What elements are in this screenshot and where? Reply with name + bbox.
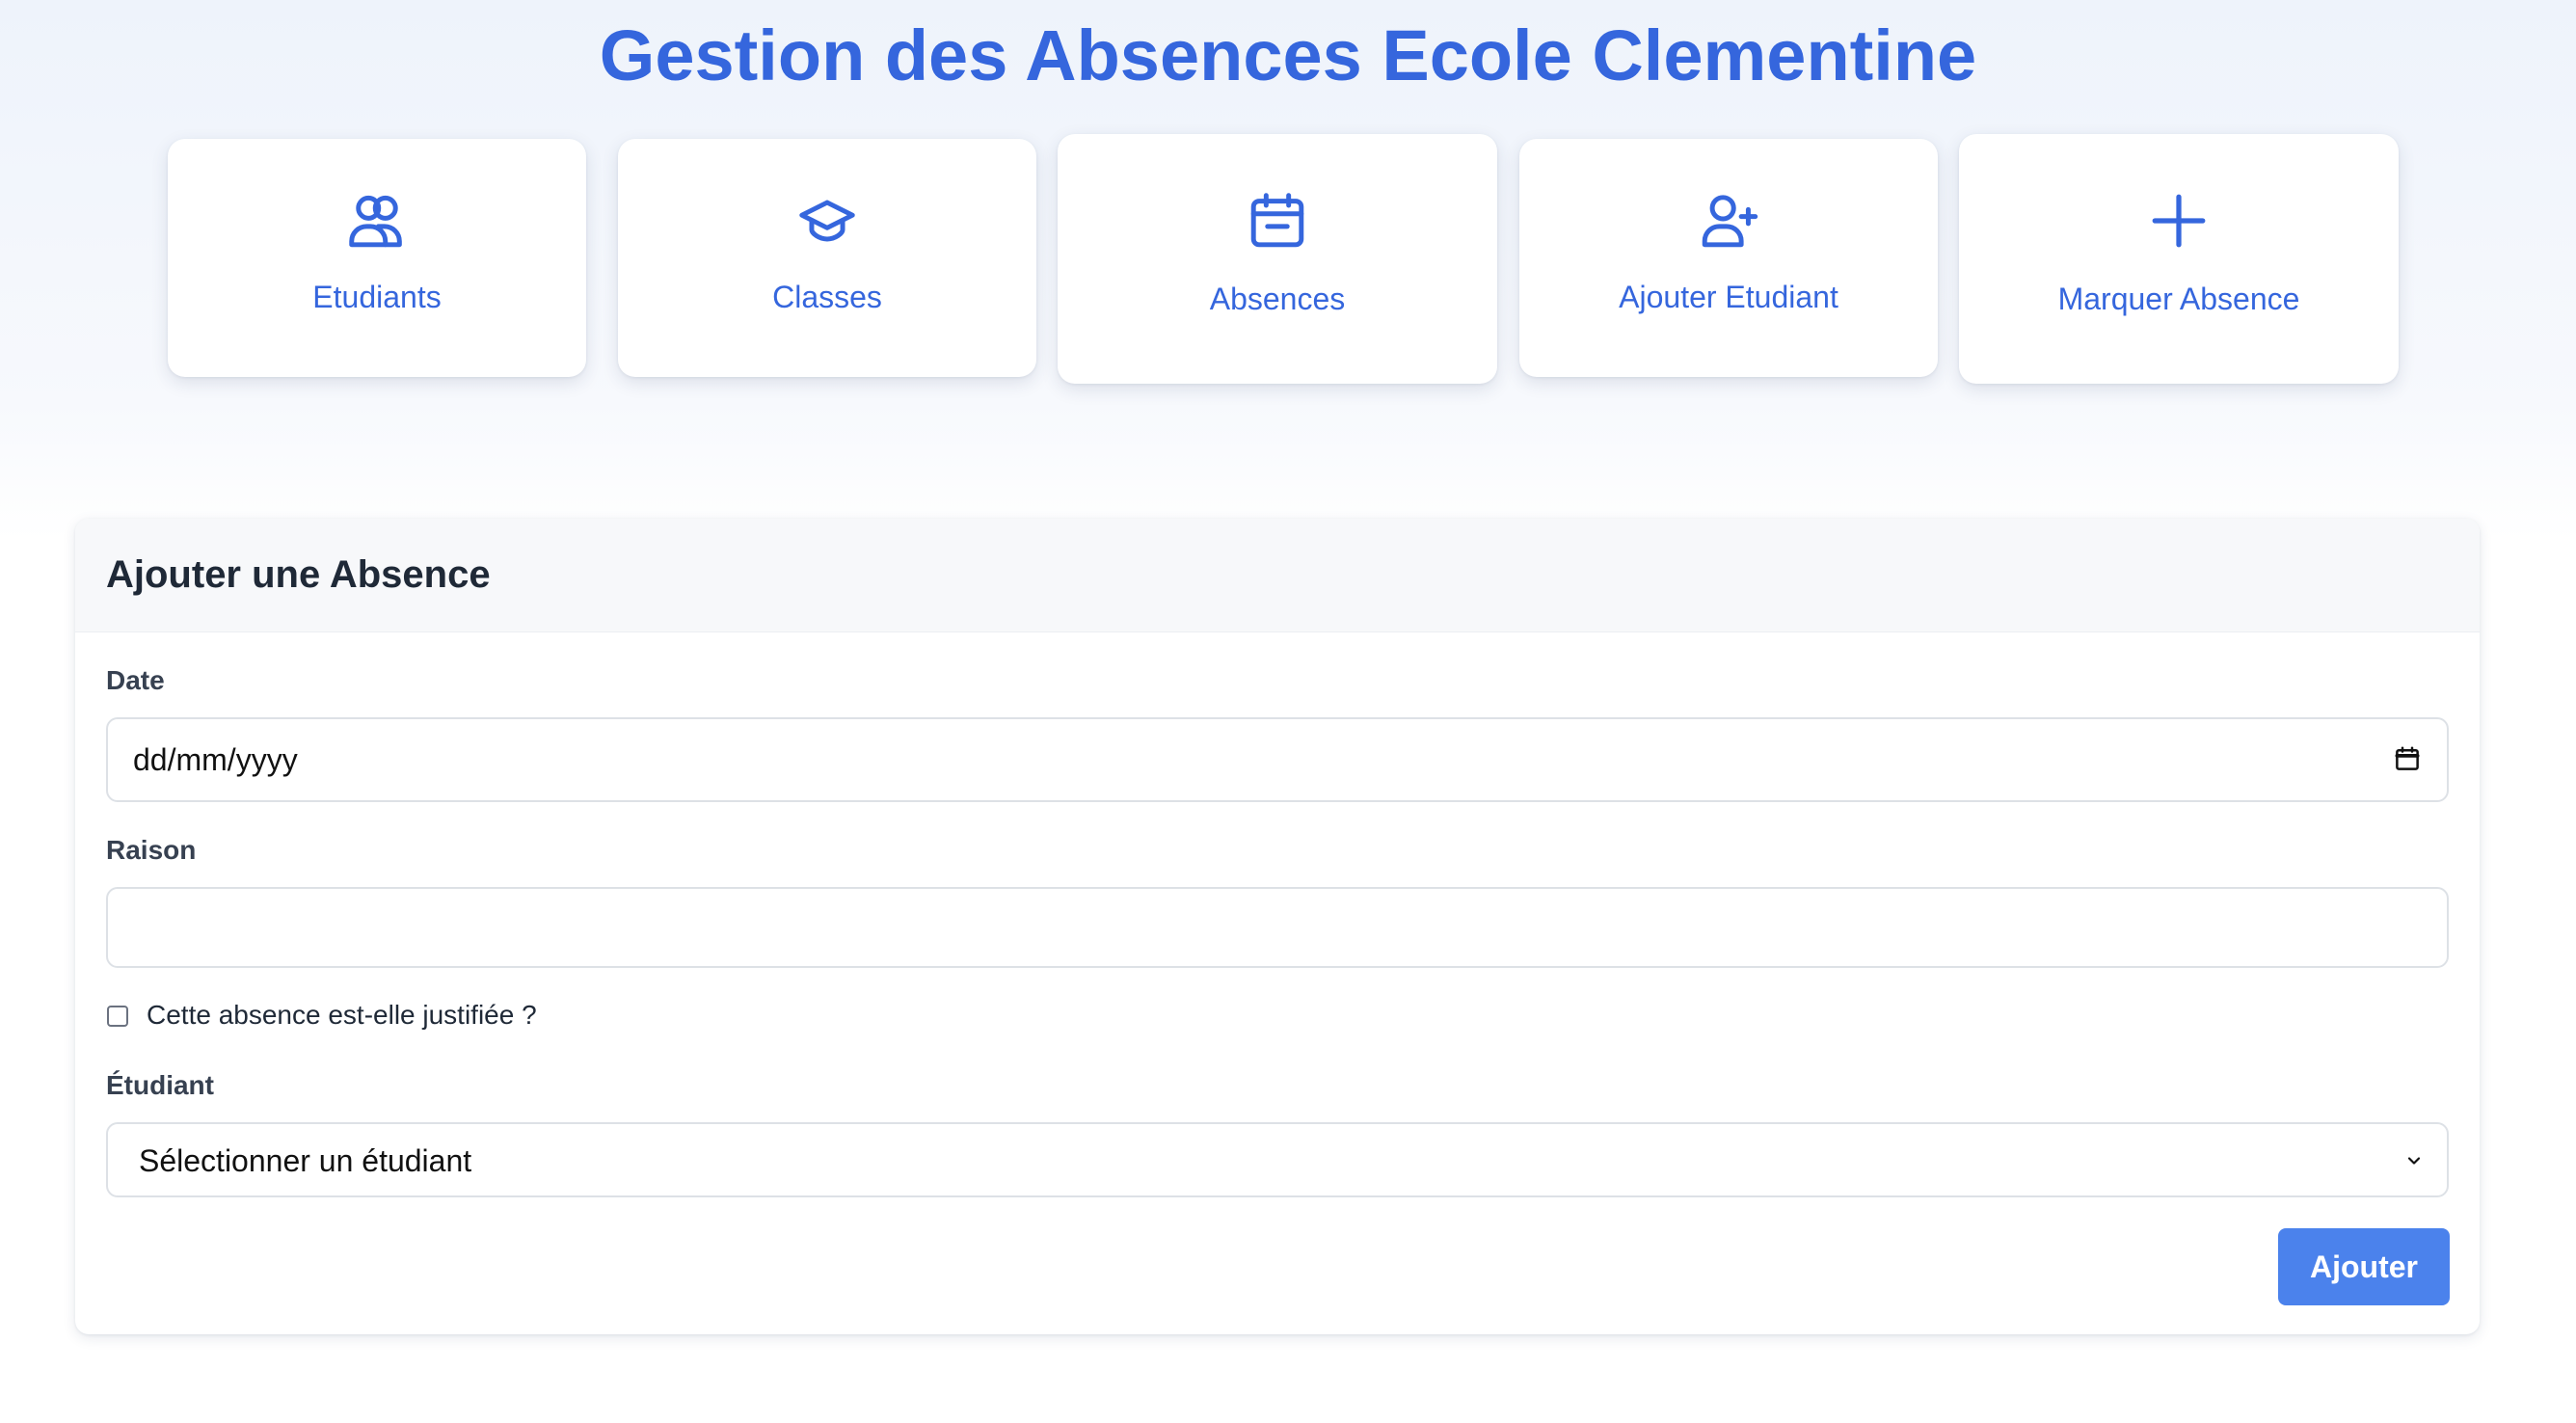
nav-label-classes: Classes xyxy=(772,280,882,314)
justified-checkbox[interactable] xyxy=(107,1006,128,1027)
nav-label-ajouter-etudiant: Ajouter Etudiant xyxy=(1619,280,1838,314)
calendar-picker-icon[interactable] xyxy=(2393,744,2422,773)
user-plus-icon xyxy=(1695,187,1762,255)
nav-card-etudiants[interactable]: Etudiants xyxy=(168,139,586,377)
nav-label-absences: Absences xyxy=(1209,282,1346,316)
etudiant-select[interactable]: Sélectionner un étudiant xyxy=(106,1122,2449,1197)
add-absence-form: Ajouter une Absence Date dd/mm/yyyy Rais… xyxy=(75,519,2480,1334)
nav-card-classes[interactable]: Classes xyxy=(618,139,1036,377)
nav-card-marquer-absence[interactable]: Marquer Absence xyxy=(1959,134,2399,384)
nav-label-marquer-absence: Marquer Absence xyxy=(2057,282,2300,316)
raison-label: Raison xyxy=(106,835,197,865)
raison-input[interactable] xyxy=(106,887,2449,968)
graduation-cap-icon xyxy=(793,187,861,255)
nav-label-etudiants: Etudiants xyxy=(312,280,442,314)
nav-card-ajouter-etudiant[interactable]: Ajouter Etudiant xyxy=(1519,139,1938,377)
form-header: Ajouter une Absence xyxy=(75,519,2480,632)
form-title: Ajouter une Absence xyxy=(106,553,491,596)
nav-card-absences[interactable]: Absences xyxy=(1058,134,1497,384)
date-input[interactable]: dd/mm/yyyy xyxy=(106,717,2449,802)
plus-icon xyxy=(2145,187,2213,255)
page-title: Gestion des Absences Ecole Clementine xyxy=(599,15,1977,95)
date-label: Date xyxy=(106,665,165,695)
etudiant-label: Étudiant xyxy=(106,1070,214,1100)
chevron-down-icon xyxy=(2404,1151,2424,1170)
etudiant-selected-value: Sélectionner un étudiant xyxy=(139,1143,472,1178)
ajouter-button[interactable]: Ajouter xyxy=(2278,1228,2450,1305)
calendar-icon xyxy=(1244,187,1311,255)
date-placeholder: dd/mm/yyyy xyxy=(133,742,298,777)
users-icon xyxy=(343,187,411,255)
justified-label: Cette absence est-elle justifiée ? xyxy=(147,1000,537,1030)
